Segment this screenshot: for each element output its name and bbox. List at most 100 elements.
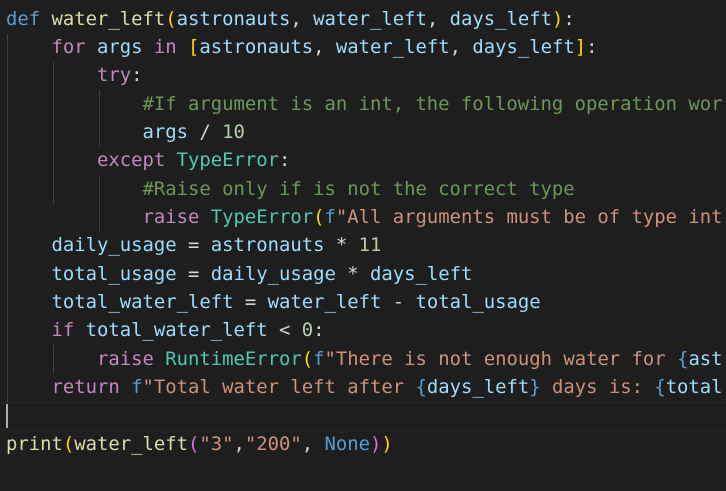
- code-token: total: [665, 376, 723, 398]
- code-token: #If argument is an int, the following op…: [142, 93, 723, 115]
- code-token: }: [529, 376, 541, 398]
- code-token: ,: [449, 36, 473, 58]
- code-token: [: [188, 36, 200, 58]
- code-token: =: [233, 291, 268, 313]
- code-token: ): [381, 433, 393, 455]
- code-token: total_usage: [51, 263, 177, 285]
- code-line[interactable]: if total_water_left < 0:: [6, 316, 325, 344]
- code-token: days_left: [426, 376, 530, 398]
- code-line[interactable]: except TypeError:: [6, 146, 290, 174]
- code-line[interactable]: print(water_left("3","200", None)): [6, 430, 393, 458]
- code-token: ): [551, 8, 564, 30]
- code-line[interactable]: raise TypeError(f"All arguments must be …: [6, 203, 723, 231]
- code-token: 0: [301, 319, 314, 341]
- code-token: ,: [233, 433, 245, 455]
- code-token: raise: [142, 206, 200, 228]
- code-token: TypeError: [210, 206, 314, 228]
- code-token: astronauts: [210, 234, 325, 256]
- code-token: {: [677, 348, 689, 370]
- code-token: RuntimeError: [165, 348, 302, 370]
- code-token: total_usage: [415, 291, 541, 313]
- code-token: {: [654, 376, 666, 398]
- code-line[interactable]: def water_left(astronauts, water_left, d…: [6, 5, 575, 33]
- code-line[interactable]: args / 10: [6, 118, 244, 146]
- code-token: ,: [313, 36, 336, 58]
- code-token: {: [415, 376, 427, 398]
- code-line[interactable]: try:: [6, 61, 143, 89]
- code-line[interactable]: #Raise only if is not the correct type: [6, 175, 575, 203]
- code-token: TypeError: [176, 149, 279, 171]
- code-token: try: [97, 64, 132, 86]
- code-token: (: [301, 348, 314, 370]
- code-token: water_left: [74, 433, 188, 455]
- code-token: args: [97, 36, 143, 58]
- code-token: "All arguments must be of type int: [335, 206, 723, 228]
- code-token: water_left: [267, 291, 382, 313]
- code-token: ast: [688, 348, 723, 370]
- code-line[interactable]: #If argument is an int, the following op…: [6, 90, 723, 118]
- code-line[interactable]: raise RuntimeError(f"There is not enough…: [6, 345, 723, 373]
- code-token: =: [176, 263, 211, 285]
- code-token: "3": [199, 433, 234, 455]
- code-token: args: [142, 121, 188, 143]
- code-token: total_water_left: [51, 291, 234, 313]
- code-line[interactable]: for args in [astronauts, water_left, day…: [6, 33, 598, 61]
- code-token: (: [165, 8, 177, 30]
- code-token: astronauts: [176, 8, 291, 30]
- code-token: days_left: [369, 263, 473, 285]
- code-line[interactable]: total_usage = daily_usage * days_left: [6, 260, 473, 288]
- code-token: (: [313, 206, 325, 228]
- code-editor[interactable]: def water_left(astronauts, water_left, d…: [0, 0, 726, 491]
- code-token: f: [131, 376, 143, 398]
- code-token: :: [586, 36, 598, 58]
- code-line[interactable]: return f"Total water left after {days_le…: [6, 373, 723, 401]
- code-token: :: [278, 149, 291, 171]
- text-cursor: [6, 404, 8, 428]
- code-line[interactable]: daily_usage = astronauts * 11: [6, 231, 382, 259]
- code-token: :: [313, 319, 325, 341]
- code-token: ,: [426, 8, 450, 30]
- code-token: (: [62, 433, 75, 455]
- code-token: /: [187, 121, 223, 143]
- code-token: f: [324, 206, 336, 228]
- code-token: <: [267, 319, 302, 341]
- code-token: astronauts: [199, 36, 314, 58]
- code-token: days_left: [449, 8, 552, 30]
- code-token: f: [313, 348, 325, 370]
- code-line[interactable]: total_water_left = water_left - total_us…: [6, 288, 541, 316]
- code-token: (: [187, 433, 200, 455]
- code-token: days is:: [540, 376, 655, 398]
- code-token: =: [176, 234, 211, 256]
- code-token: "200": [244, 433, 302, 455]
- code-token: def: [6, 8, 41, 30]
- code-token: days_left: [472, 36, 575, 58]
- code-token: ,: [301, 433, 325, 455]
- code-token: *: [324, 234, 359, 256]
- code-token: ): [369, 433, 382, 455]
- code-token: total_water_left: [85, 319, 268, 341]
- code-token: daily_usage: [210, 263, 336, 285]
- code-token: -: [381, 291, 416, 313]
- code-token: raise: [97, 348, 154, 370]
- code-token: #Raise only if is not the correct type: [142, 178, 575, 200]
- code-token: water_left: [51, 8, 166, 30]
